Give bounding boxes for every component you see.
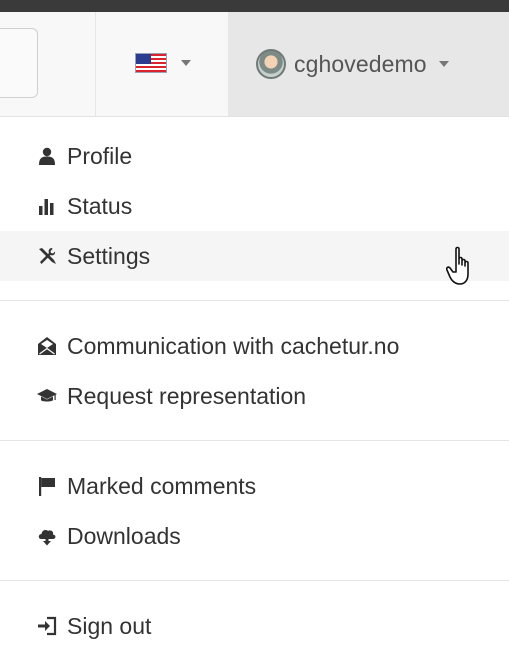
nav-divider xyxy=(95,12,96,116)
stats-icon xyxy=(36,195,58,217)
menu-item-downloads[interactable]: Downloads xyxy=(0,511,509,561)
menu-item-settings[interactable]: Settings xyxy=(0,231,509,281)
navbar-partial-button[interactable] xyxy=(0,28,38,98)
hand-pointer-icon xyxy=(446,246,469,285)
menu-item-request-representation[interactable]: Request representation xyxy=(0,371,509,421)
caret-down-icon xyxy=(181,60,191,66)
menu-item-label: Marked comments xyxy=(67,472,257,499)
menu-item-label: Downloads xyxy=(67,522,181,549)
flag-icon xyxy=(36,475,58,497)
caret-down-icon xyxy=(438,61,449,67)
navbar: cghovedemo xyxy=(0,12,509,117)
menu-item-profile[interactable]: Profile xyxy=(0,131,509,181)
graduation-cap-icon xyxy=(36,385,58,407)
menu-divider xyxy=(0,580,509,581)
sign-out-icon xyxy=(36,615,58,637)
top-edge-bar xyxy=(0,0,509,12)
menu-item-label: Settings xyxy=(67,242,151,269)
menu-item-sign-out[interactable]: Sign out xyxy=(0,601,509,651)
us-flag-icon xyxy=(135,53,167,73)
menu-item-marked-comments[interactable]: Marked comments xyxy=(0,461,509,511)
language-dropdown-toggle[interactable] xyxy=(135,48,191,78)
cloud-download-icon xyxy=(36,525,58,547)
user-icon xyxy=(36,145,58,167)
menu-divider xyxy=(0,300,509,301)
menu-item-label: Status xyxy=(67,192,133,219)
user-avatar xyxy=(256,49,286,79)
menu-item-communication[interactable]: Communication with cachetur.no xyxy=(0,321,509,371)
menu-item-status[interactable]: Status xyxy=(0,181,509,231)
menu-divider xyxy=(0,440,509,441)
open-envelope-icon xyxy=(36,335,58,357)
wrench-screwdriver-icon xyxy=(36,245,58,267)
user-dropdown-toggle[interactable]: cghovedemo xyxy=(228,12,509,116)
menu-item-label: Sign out xyxy=(67,612,152,639)
menu-item-label: Communication with cachetur.no xyxy=(67,332,400,359)
menu-item-label: Request representation xyxy=(67,382,307,409)
menu-item-label: Profile xyxy=(67,142,133,169)
username-label: cghovedemo xyxy=(294,50,427,77)
user-dropdown-menu: Profile Status Settings Communication wi… xyxy=(0,131,509,651)
